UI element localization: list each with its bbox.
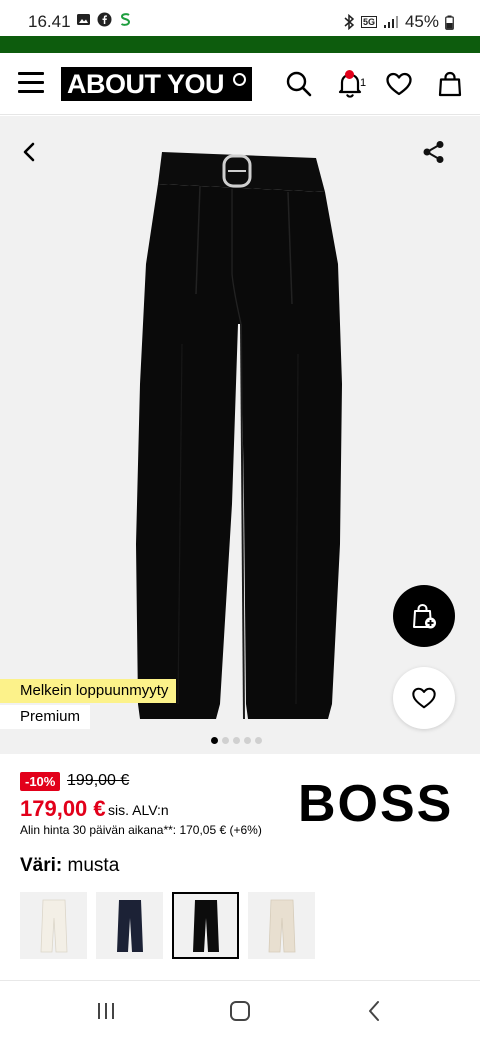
signal-icon [383,16,398,28]
bluetooth-icon [344,14,355,30]
status-notification-icons [76,12,133,27]
add-to-wishlist-button[interactable] [393,667,455,729]
status-time: 16.41 [28,12,71,31]
system-nav-bar [0,981,480,1040]
pagination-dot[interactable] [244,737,251,744]
add-to-bag-icon [413,603,436,629]
lowest-price-note: Alin hinta 30 päivän aikana**: 170,05 € … [20,823,262,837]
promo-strip [0,36,480,53]
about-you-logo[interactable]: ABOUT YOU [61,67,253,101]
pagination-dot[interactable] [233,737,240,744]
color-swatch-black[interactable] [172,892,239,959]
pagination-dot[interactable] [255,737,262,744]
color-swatch-navy[interactable] [96,892,163,959]
swatch-trousers-image [40,899,67,952]
product-image-trousers [136,152,342,720]
discount-badge: -10% [20,772,61,791]
shopping-bag-icon[interactable] [436,70,464,98]
battery-percent: 45% [404,12,439,31]
status-bar: 16.41 5G 45% [0,0,480,36]
original-price: 199,00 € [67,772,130,789]
swatch-trousers-image [192,899,219,952]
app-s-icon [120,13,131,26]
pagination-dot[interactable] [222,737,229,744]
recent-apps-icon[interactable] [94,999,118,1023]
status-right: 5G 45% [343,12,454,32]
product-image-gallery[interactable]: Melkein loppuunmyyty Premium [0,116,480,754]
swatch-trousers-image [268,899,295,952]
swatch-trousers-image [116,899,143,952]
gallery-icon [77,14,90,25]
network-type: 5G [360,16,377,28]
logo-circle-mark [233,73,247,86]
facebook-icon [97,12,112,27]
search-icon[interactable] [285,70,313,98]
low-stock-tag: Melkein loppuunmyyty [0,679,177,703]
premium-tag: Premium [0,705,91,729]
pagination-dot[interactable] [211,737,218,744]
battery-icon [445,15,454,30]
logo-text: ABOUT YOU [67,69,225,99]
share-icon[interactable] [420,138,448,166]
notification-dot [345,70,354,79]
color-swatches [20,892,315,959]
wishlist-heart-icon[interactable] [385,70,413,98]
back-arrow-icon[interactable] [16,138,44,166]
notifications-button[interactable]: 1 [336,70,367,98]
price-section: -10% 199,00 € 179,00 € sis. ALV:n Alin h… [0,754,480,854]
color-label: Väri: [20,855,63,876]
notification-count: 1 [360,77,367,89]
app-header: ABOUT YOU 1 [0,53,480,115]
add-to-bag-button[interactable] [393,585,455,647]
menu-icon[interactable] [18,72,44,94]
brand-name[interactable]: BOSS [298,774,453,834]
gallery-pagination[interactable] [211,737,262,744]
color-heading: Väri: musta [20,855,119,877]
heart-icon [412,687,436,709]
color-swatch-beige[interactable] [248,892,315,959]
color-swatch-cream[interactable] [20,892,87,959]
sale-price: 179,00 € [20,796,106,821]
system-back-icon[interactable] [363,999,387,1023]
home-icon[interactable] [228,999,252,1023]
vat-note: sis. ALV:n [108,802,169,818]
color-value: musta [67,855,120,876]
